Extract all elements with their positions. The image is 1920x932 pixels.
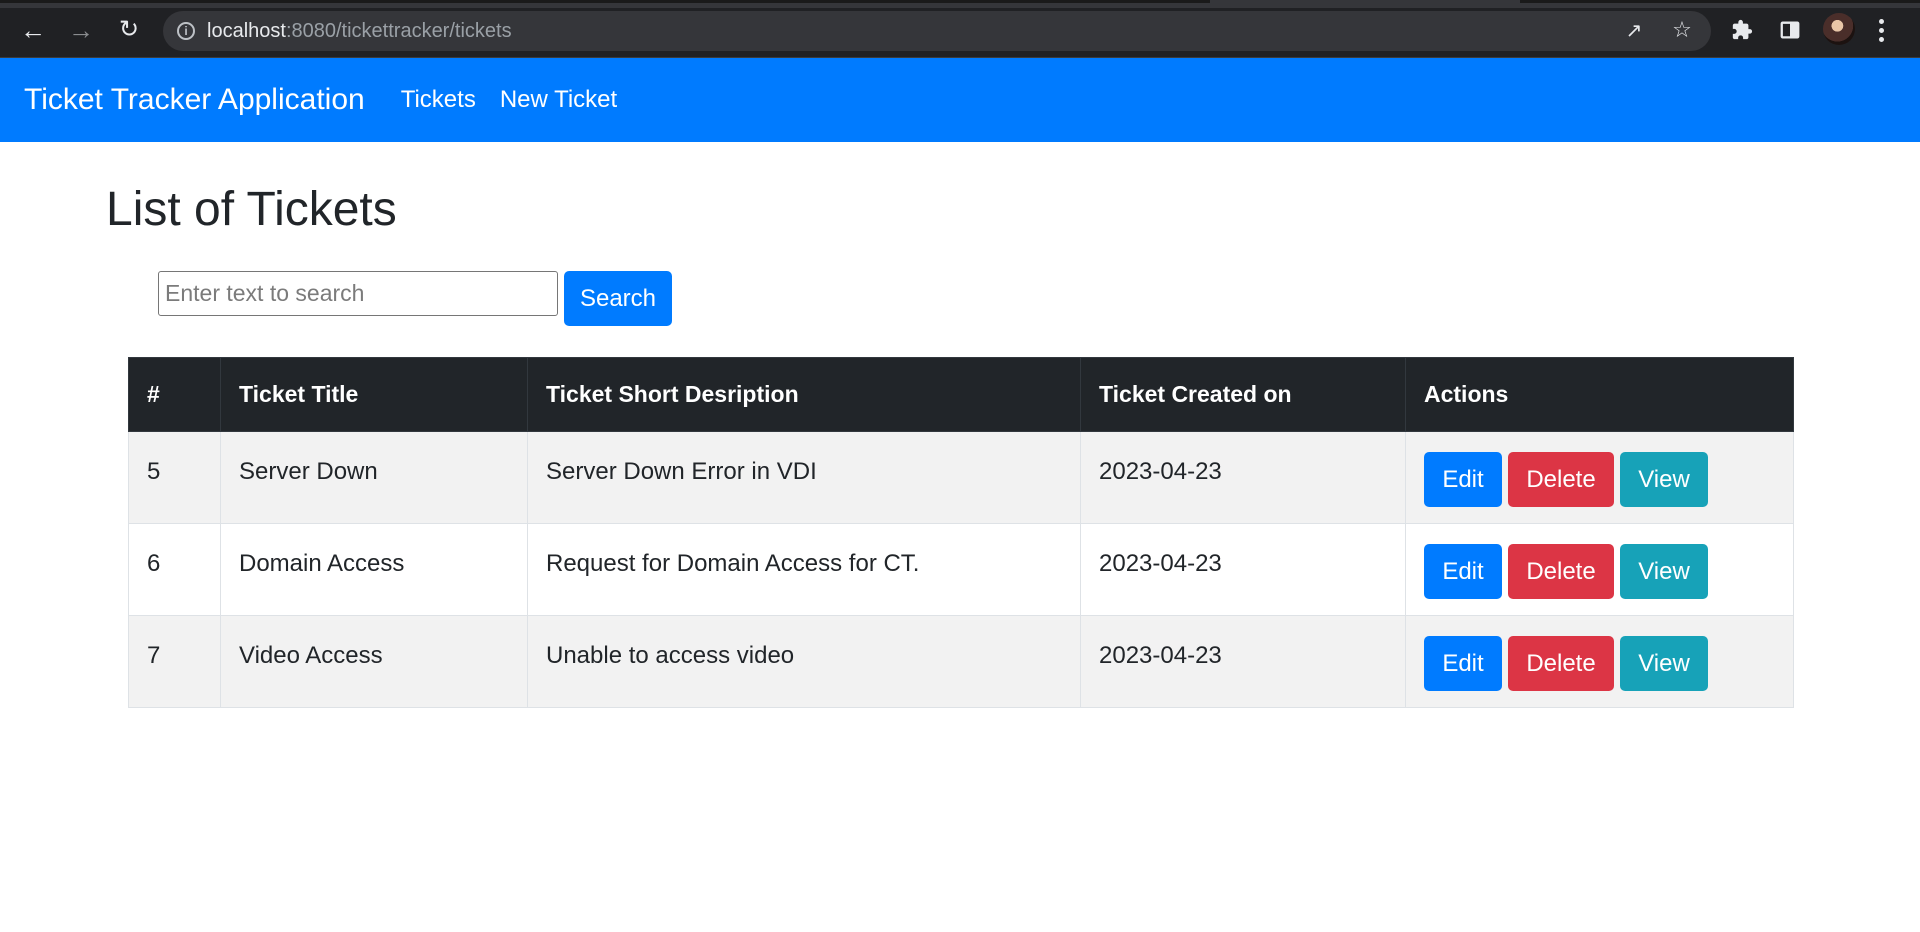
tickets-table: # Ticket Title Ticket Short Desription T…: [128, 357, 1794, 708]
ticket-title: Domain Access: [220, 523, 528, 616]
search-form: Search: [158, 271, 1794, 326]
ticket-created-date: 2023-04-23: [1080, 431, 1406, 524]
nav-link-tickets[interactable]: Tickets: [401, 86, 476, 114]
page-title: List of Tickets: [106, 183, 397, 236]
ticket-actions: Edit Delete View: [1405, 523, 1794, 616]
url-host: localhost: [207, 19, 286, 42]
profile-avatar[interactable]: [1823, 13, 1855, 45]
column-header-actions: Actions: [1405, 357, 1794, 432]
ticket-title: Video Access: [220, 615, 528, 708]
delete-button[interactable]: Delete: [1508, 636, 1614, 691]
column-header-title: Ticket Title: [220, 357, 528, 432]
table-row: 7 Video Access Unable to access video 20…: [128, 615, 1794, 708]
delete-button[interactable]: Delete: [1508, 452, 1614, 507]
ticket-id: 7: [128, 615, 221, 708]
main-content: List of Tickets Search # Ticket Title Ti…: [0, 182, 1920, 708]
url-text[interactable]: localhost:8080/tickettracker/tickets: [207, 20, 512, 43]
ticket-id: 5: [128, 431, 221, 524]
nav-link-new-ticket[interactable]: New Ticket: [500, 86, 617, 114]
browser-menu-icon[interactable]: [1871, 14, 1891, 46]
side-panel-icon[interactable]: [1774, 14, 1806, 46]
forward-icon[interactable]: →: [65, 14, 97, 46]
address-bar[interactable]: i localhost:8080/tickettracker/tickets: [163, 11, 1711, 51]
table-row: 5 Server Down Server Down Error in VDI 2…: [128, 431, 1794, 524]
ticket-description: Server Down Error in VDI: [527, 431, 1081, 524]
back-icon[interactable]: ←: [17, 14, 49, 46]
share-icon[interactable]: ↗: [1618, 14, 1650, 46]
browser-toolbar: ← → ↻ i localhost:8080/tickettracker/tic…: [0, 0, 1920, 58]
site-info-icon[interactable]: i: [177, 22, 195, 40]
column-header-id: #: [128, 357, 221, 432]
navbar-brand[interactable]: Ticket Tracker Application: [24, 83, 365, 117]
view-button[interactable]: View: [1620, 452, 1708, 507]
reload-icon[interactable]: ↻: [113, 14, 145, 46]
column-header-description: Ticket Short Desription: [527, 357, 1081, 432]
app-navbar: Ticket Tracker Application Tickets New T…: [0, 58, 1920, 142]
search-input[interactable]: [158, 271, 558, 316]
delete-button[interactable]: Delete: [1508, 544, 1614, 599]
edit-button[interactable]: Edit: [1424, 544, 1502, 599]
ticket-created-date: 2023-04-23: [1080, 615, 1406, 708]
ticket-title: Server Down: [220, 431, 528, 524]
bookmark-star-icon[interactable]: ☆: [1666, 14, 1698, 46]
ticket-description: Request for Domain Access for CT.: [527, 523, 1081, 616]
view-button[interactable]: View: [1620, 636, 1708, 691]
ticket-actions: Edit Delete View: [1405, 615, 1794, 708]
table-row: 6 Domain Access Request for Domain Acces…: [128, 523, 1794, 616]
ticket-actions: Edit Delete View: [1405, 431, 1794, 524]
ticket-id: 6: [128, 523, 221, 616]
ticket-created-date: 2023-04-23: [1080, 523, 1406, 616]
view-button[interactable]: View: [1620, 544, 1708, 599]
edit-button[interactable]: Edit: [1424, 636, 1502, 691]
ticket-description: Unable to access video: [527, 615, 1081, 708]
url-path: :8080/tickettracker/tickets: [285, 19, 512, 42]
tab-strip: [0, 0, 1920, 8]
column-header-created: Ticket Created on: [1080, 357, 1406, 432]
edit-button[interactable]: Edit: [1424, 452, 1502, 507]
table-header-row: # Ticket Title Ticket Short Desription T…: [128, 357, 1794, 432]
extensions-icon[interactable]: [1726, 14, 1758, 46]
search-button[interactable]: Search: [564, 271, 672, 326]
